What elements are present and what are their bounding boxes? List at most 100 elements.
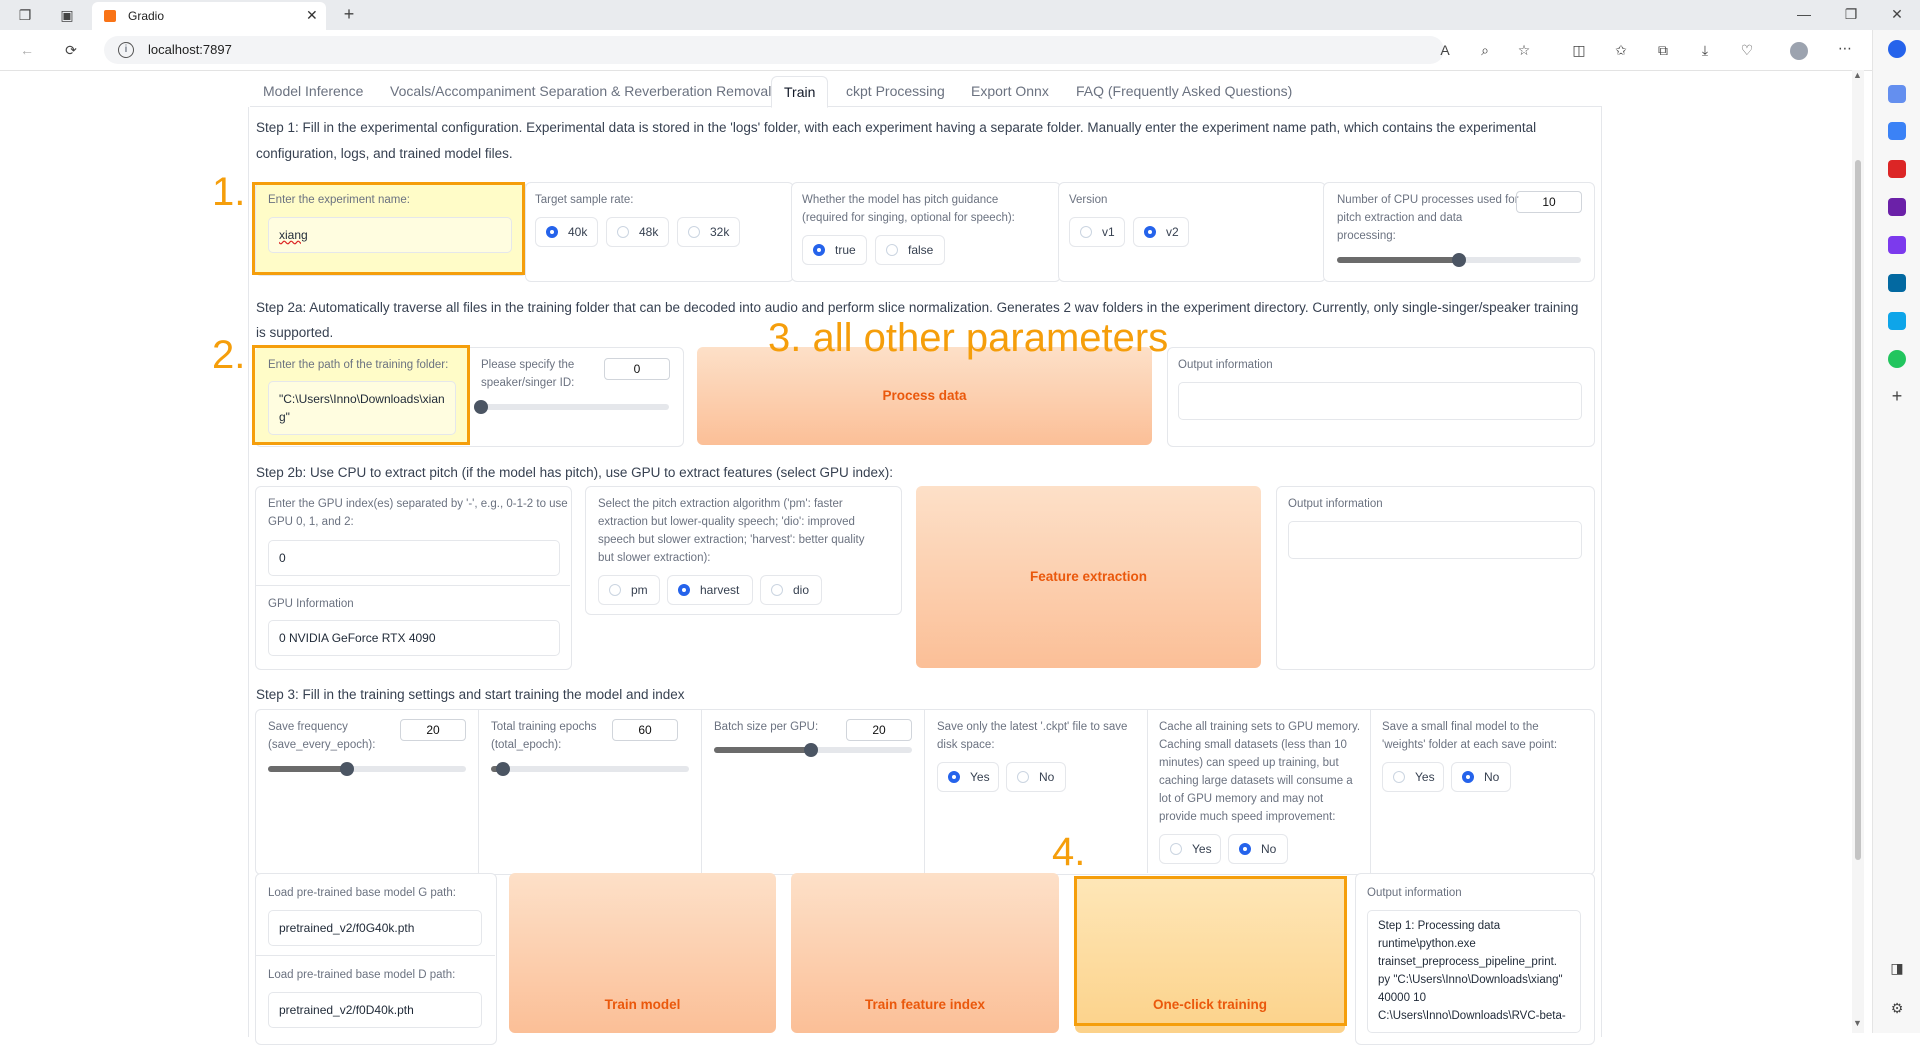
step3-output-textbox[interactable]: Step 1: Processing data runtime\python.e… xyxy=(1367,910,1581,1033)
back-icon[interactable]: ← xyxy=(18,42,36,58)
sample-rate-48k[interactable]: 48k xyxy=(606,217,669,247)
workspaces-icon[interactable]: ❐ xyxy=(16,7,34,23)
close-window-icon[interactable]: ✕ xyxy=(1888,6,1906,22)
d-path-input[interactable]: pretrained_v2/f0D40k.pth xyxy=(268,992,482,1028)
cpu-processes-slider[interactable] xyxy=(1337,253,1581,267)
train-model-button[interactable]: Train model xyxy=(509,873,776,1033)
algo-harvest-radio[interactable]: harvest xyxy=(667,575,753,605)
batch-size-label: Batch size per GPU: xyxy=(714,721,819,733)
whatsapp-icon[interactable] xyxy=(1888,350,1906,368)
cache-gpu-no-radio[interactable]: No xyxy=(1228,834,1288,864)
scroll-down-icon[interactable]: ▼ xyxy=(1853,1018,1862,1028)
g-path-input[interactable]: pretrained_v2/f0G40k.pth xyxy=(268,910,482,946)
save-frequency-number[interactable]: 20 xyxy=(400,719,466,741)
speaker-id-slider[interactable] xyxy=(474,400,669,414)
pitch-true-radio[interactable]: true xyxy=(802,235,867,265)
small-model-no-radio[interactable]: No xyxy=(1451,762,1511,792)
copilot-icon[interactable] xyxy=(1888,40,1906,58)
favorites-icon[interactable]: ✩ xyxy=(1612,42,1630,58)
gpu-index-input[interactable]: 0 xyxy=(268,540,560,576)
scroll-thumb[interactable] xyxy=(1855,160,1861,860)
sample-rate-40k[interactable]: 40k xyxy=(535,217,598,247)
pitch-false-radio[interactable]: false xyxy=(875,235,945,265)
new-tab-icon[interactable]: + xyxy=(340,5,358,23)
zoom-icon[interactable]: ⌕ xyxy=(1476,42,1494,58)
outlook-icon[interactable] xyxy=(1888,274,1906,292)
tab-train[interactable]: Train xyxy=(771,76,829,108)
shopping-icon[interactable] xyxy=(1888,122,1906,140)
gpu-index-label: Enter the GPU index(es) separated by '-'… xyxy=(268,498,568,510)
restore-icon[interactable]: ❐ xyxy=(1842,6,1860,22)
batch-size-number[interactable]: 20 xyxy=(846,719,912,741)
add-sidebar-app-icon[interactable]: + xyxy=(1888,387,1906,405)
tab-export-onnx[interactable]: Export Onnx xyxy=(971,76,1049,106)
radio-dot-icon xyxy=(1144,226,1156,238)
collections-icon[interactable]: ⧉ xyxy=(1654,42,1672,58)
cpu-processes-number[interactable]: 10 xyxy=(1516,191,1582,213)
settings-gear-icon[interactable]: ⚙ xyxy=(1888,1000,1906,1016)
browser-tab[interactable]: Gradio ✕ xyxy=(92,2,326,30)
read-aloud-icon[interactable]: A xyxy=(1436,42,1454,58)
train-feature-index-button[interactable]: Train feature index xyxy=(791,873,1059,1033)
address-field[interactable]: i localhost:7897 xyxy=(104,36,1444,64)
radio-dot-icon xyxy=(1393,771,1405,783)
close-tab-icon[interactable]: ✕ xyxy=(306,7,318,24)
search-icon[interactable] xyxy=(1888,85,1906,103)
sample-rate-32k[interactable]: 32k xyxy=(677,217,740,247)
tab-vocals-separation[interactable]: Vocals/Accompaniment Separation & Reverb… xyxy=(390,76,771,106)
batch-size-slider[interactable] xyxy=(714,743,912,757)
tab-model-inference[interactable]: Model Inference xyxy=(263,76,363,106)
scroll-up-icon[interactable]: ▲ xyxy=(1853,70,1862,80)
save-latest-no-radio[interactable]: No xyxy=(1006,762,1066,792)
split-screen-icon[interactable]: ◫ xyxy=(1570,42,1588,58)
save-latest-label: Save only the latest '.ckpt' file to sav… xyxy=(937,721,1128,733)
slider-knob[interactable] xyxy=(1452,253,1466,267)
profile-avatar[interactable] xyxy=(1790,42,1808,60)
feature-extraction-button[interactable]: Feature extraction xyxy=(916,486,1261,668)
edge-sidebar: + ◨ ⚙ xyxy=(1872,30,1920,1033)
tab-ckpt-processing[interactable]: ckpt Processing xyxy=(846,76,945,106)
tools-icon[interactable] xyxy=(1888,160,1906,178)
speaker-id-number[interactable]: 0 xyxy=(604,358,670,380)
favorite-star-icon[interactable]: ☆ xyxy=(1515,42,1533,58)
total-epochs-slider[interactable] xyxy=(491,762,689,776)
slider-knob[interactable] xyxy=(474,400,488,414)
step2b-output-block xyxy=(1276,486,1595,670)
games-icon[interactable] xyxy=(1888,198,1906,216)
microsoft-365-icon[interactable] xyxy=(1888,236,1906,254)
downloads-icon[interactable]: ⤓ xyxy=(1696,42,1714,58)
save-latest-yes-radio[interactable]: Yes xyxy=(937,762,999,792)
drop-icon[interactable] xyxy=(1888,312,1906,330)
radio-dot-icon xyxy=(617,226,629,238)
version-v1-radio[interactable]: v1 xyxy=(1069,217,1125,247)
gradio-favicon-icon xyxy=(104,10,116,22)
cache-gpu-yes-radio[interactable]: Yes xyxy=(1159,834,1221,864)
save-frequency-slider[interactable] xyxy=(268,762,466,776)
sidebar-toggle-icon[interactable]: ◨ xyxy=(1888,960,1906,976)
gpu-info-textbox[interactable]: 0 NVIDIA GeForce RTX 4090 xyxy=(268,620,560,656)
small-model-label: Save a small final model to the xyxy=(1382,721,1539,733)
minimize-icon[interactable]: — xyxy=(1795,6,1813,22)
url-text: localhost:7897 xyxy=(148,42,232,57)
tab-actions-icon[interactable]: ▣ xyxy=(58,7,76,23)
tab-faq[interactable]: FAQ (Frequently Asked Questions) xyxy=(1076,76,1292,106)
browser-essentials-icon[interactable]: ♡ xyxy=(1738,42,1756,58)
total-epochs-number[interactable]: 60 xyxy=(612,719,678,741)
more-options-icon[interactable]: ⋯ xyxy=(1836,40,1854,56)
algo-dio-radio[interactable]: dio xyxy=(760,575,822,605)
site-info-icon[interactable]: i xyxy=(118,42,134,58)
refresh-icon[interactable]: ⟳ xyxy=(62,42,80,58)
slider-knob[interactable] xyxy=(804,743,819,757)
version-v2-radio[interactable]: v2 xyxy=(1133,217,1189,247)
small-model-yes-radio[interactable]: Yes xyxy=(1382,762,1444,792)
step2a-output-textbox[interactable] xyxy=(1178,382,1582,420)
page-scrollbar[interactable]: ▲ ▼ xyxy=(1852,70,1864,1033)
save-frequency-label-cont: (save_every_epoch): xyxy=(268,739,376,751)
step2b-output-textbox[interactable] xyxy=(1288,521,1582,559)
slider-fill xyxy=(714,747,812,753)
process-data-button[interactable]: Process data xyxy=(697,347,1152,445)
radio-dot-icon xyxy=(886,244,898,256)
slider-knob[interactable] xyxy=(495,762,510,776)
algo-pm-radio[interactable]: pm xyxy=(598,575,660,605)
cpu-processes-label-cont: pitch extraction and data xyxy=(1337,212,1463,224)
